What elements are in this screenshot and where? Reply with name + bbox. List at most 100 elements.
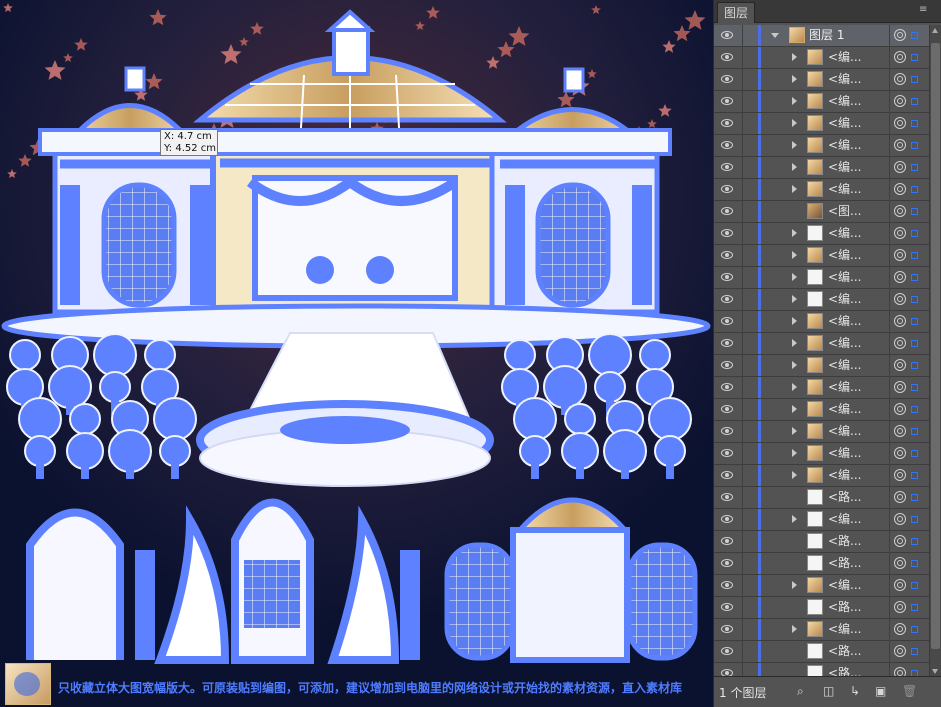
visibility-eye-icon[interactable]	[721, 185, 733, 193]
visibility-eye-icon[interactable]	[721, 603, 733, 611]
layer-row[interactable]: <编...	[714, 311, 941, 333]
visibility-eye-icon[interactable]	[721, 625, 733, 633]
selection-square-icon[interactable]	[911, 450, 918, 457]
layer-row[interactable]: <编...	[714, 465, 941, 487]
target-circle-icon[interactable]	[894, 183, 906, 195]
target-circle-icon[interactable]	[894, 29, 906, 41]
expand-triangle-icon[interactable]	[792, 317, 797, 325]
target-circle-icon[interactable]	[894, 227, 906, 239]
selection-square-icon[interactable]	[911, 318, 918, 325]
selection-square-icon[interactable]	[911, 472, 918, 479]
visibility-eye-icon[interactable]	[721, 427, 733, 435]
selection-square-icon[interactable]	[911, 230, 918, 237]
expand-triangle-icon[interactable]	[792, 361, 797, 369]
expand-triangle-icon[interactable]	[792, 515, 797, 523]
layer-row[interactable]: <编...	[714, 113, 941, 135]
expand-triangle-icon[interactable]	[792, 471, 797, 479]
visibility-eye-icon[interactable]	[721, 471, 733, 479]
layer-row[interactable]: <路...	[714, 597, 941, 619]
layer-row[interactable]: <编...	[714, 399, 941, 421]
layer-row[interactable]: <编...	[714, 377, 941, 399]
selection-square-icon[interactable]	[911, 604, 918, 611]
layer-row[interactable]: <路...	[714, 663, 941, 677]
selection-square-icon[interactable]	[911, 208, 918, 215]
visibility-eye-icon[interactable]	[721, 515, 733, 523]
scroll-up-arrow-icon[interactable]	[932, 28, 938, 33]
expand-triangle-icon[interactable]	[792, 185, 797, 193]
layer-row[interactable]: <图...	[714, 201, 941, 223]
make-clipping-mask-icon[interactable]: ◫	[823, 685, 835, 697]
new-layer-icon[interactable]: ▣	[875, 685, 887, 697]
selection-square-icon[interactable]	[911, 340, 918, 347]
visibility-eye-icon[interactable]	[721, 361, 733, 369]
expand-triangle-icon[interactable]	[792, 581, 797, 589]
visibility-eye-icon[interactable]	[721, 97, 733, 105]
target-circle-icon[interactable]	[894, 447, 906, 459]
target-circle-icon[interactable]	[894, 535, 906, 547]
selection-square-icon[interactable]	[911, 98, 918, 105]
target-circle-icon[interactable]	[894, 205, 906, 217]
target-circle-icon[interactable]	[894, 161, 906, 173]
visibility-eye-icon[interactable]	[721, 581, 733, 589]
expand-triangle-icon[interactable]	[792, 625, 797, 633]
expand-triangle-icon[interactable]	[792, 383, 797, 391]
selection-square-icon[interactable]	[911, 274, 918, 281]
layer-list[interactable]: 图层 1 <编... <编... <编... <编... <编... <编... <编...…	[714, 25, 941, 677]
layer-row-top[interactable]: 图层 1	[714, 25, 941, 47]
target-circle-icon[interactable]	[894, 623, 906, 635]
target-circle-icon[interactable]	[894, 425, 906, 437]
visibility-eye-icon[interactable]	[721, 163, 733, 171]
layer-row[interactable]: <编...	[714, 223, 941, 245]
target-circle-icon[interactable]	[894, 469, 906, 481]
selection-square-icon[interactable]	[911, 494, 918, 501]
selection-square-icon[interactable]	[911, 142, 918, 149]
visibility-eye-icon[interactable]	[721, 647, 733, 655]
selection-square-icon[interactable]	[911, 76, 918, 83]
selection-square-icon[interactable]	[911, 560, 918, 567]
visibility-eye-icon[interactable]	[721, 493, 733, 501]
visibility-eye-icon[interactable]	[721, 229, 733, 237]
layer-row[interactable]: <路...	[714, 531, 941, 553]
target-circle-icon[interactable]	[894, 579, 906, 591]
selection-square-icon[interactable]	[911, 296, 918, 303]
target-circle-icon[interactable]	[894, 601, 906, 613]
target-circle-icon[interactable]	[894, 337, 906, 349]
visibility-eye-icon[interactable]	[721, 75, 733, 83]
selection-square-icon[interactable]	[911, 164, 918, 171]
expand-triangle-icon[interactable]	[792, 405, 797, 413]
visibility-eye-icon[interactable]	[721, 251, 733, 259]
visibility-eye-icon[interactable]	[721, 537, 733, 545]
visibility-eye-icon[interactable]	[721, 207, 733, 215]
delete-layer-icon[interactable]: 🗑	[902, 685, 917, 697]
target-circle-icon[interactable]	[894, 645, 906, 657]
tab-layers[interactable]: 图层	[717, 2, 756, 23]
visibility-eye-icon[interactable]	[721, 53, 733, 61]
visibility-eye-icon[interactable]	[721, 339, 733, 347]
visibility-eye-icon[interactable]	[721, 559, 733, 567]
expand-triangle-icon[interactable]	[792, 273, 797, 281]
visibility-eye-icon[interactable]	[721, 295, 733, 303]
selection-square-icon[interactable]	[911, 648, 918, 655]
expand-triangle-icon[interactable]	[792, 251, 797, 259]
selection-square-icon[interactable]	[911, 186, 918, 193]
layer-row[interactable]: <编...	[714, 47, 941, 69]
target-circle-icon[interactable]	[894, 117, 906, 129]
selection-square-icon[interactable]	[911, 252, 918, 259]
layer-row[interactable]: <编...	[714, 333, 941, 355]
target-circle-icon[interactable]	[894, 381, 906, 393]
target-circle-icon[interactable]	[894, 315, 906, 327]
expand-triangle-icon[interactable]	[792, 295, 797, 303]
selection-square-icon[interactable]	[911, 516, 918, 523]
expand-triangle-icon[interactable]	[792, 75, 797, 83]
expand-triangle-icon[interactable]	[792, 427, 797, 435]
selection-square-icon[interactable]	[911, 428, 918, 435]
expand-triangle-icon[interactable]	[792, 163, 797, 171]
visibility-eye-icon[interactable]	[721, 141, 733, 149]
expand-triangle-icon[interactable]	[792, 449, 797, 457]
selection-square-icon[interactable]	[911, 384, 918, 391]
selection-square-icon[interactable]	[911, 626, 918, 633]
visibility-eye-icon[interactable]	[721, 31, 733, 39]
selection-square-icon[interactable]	[911, 406, 918, 413]
visibility-eye-icon[interactable]	[721, 119, 733, 127]
target-circle-icon[interactable]	[894, 513, 906, 525]
